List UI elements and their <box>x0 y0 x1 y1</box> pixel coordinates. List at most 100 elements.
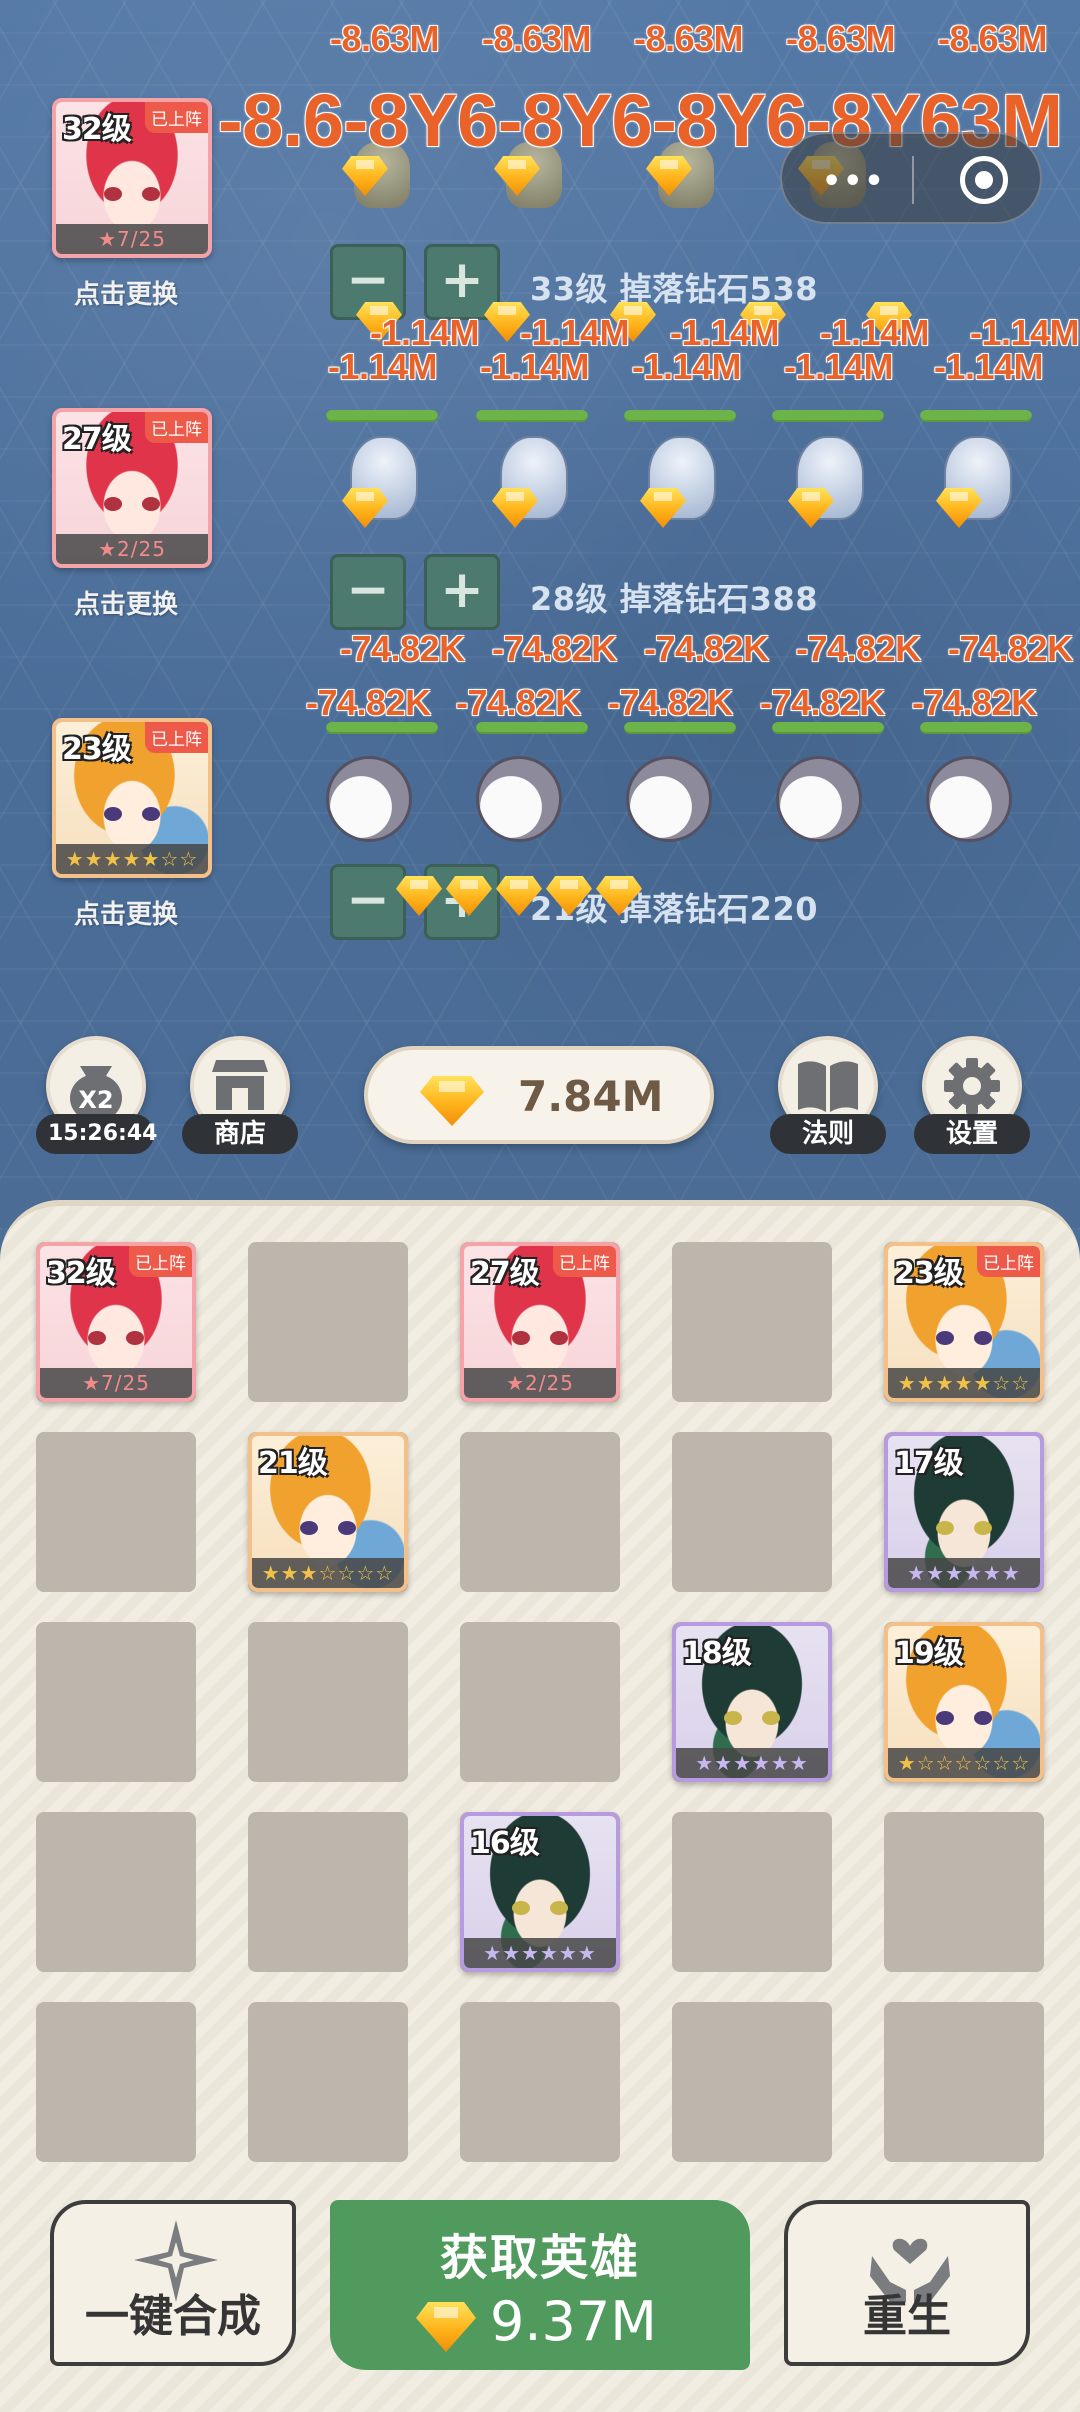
inventory-hero-card[interactable]: 23级 已上阵 ★★★★★☆☆ <box>884 1242 1044 1402</box>
hp-bar <box>476 410 588 422</box>
change-hero-button[interactable]: 点击更换 <box>74 584 178 621</box>
active-hero-slot[interactable]: 32级 已上阵 ★7/25 <box>52 98 212 258</box>
deployed-badge: 已上阵 <box>553 1246 616 1277</box>
inventory-cell[interactable] <box>672 1242 832 1402</box>
get-hero-button[interactable]: 获取英雄 9.37M <box>330 2200 750 2370</box>
hero-stars: ★☆☆☆☆☆☆ <box>888 1748 1040 1778</box>
diamond-icon <box>416 2302 476 2352</box>
active-hero-slot[interactable]: 23级 已上阵 ★★★★★☆☆ <box>52 718 212 878</box>
get-hero-cost: 9.37M <box>490 2290 657 2353</box>
damage-number: -74.82K <box>644 628 769 669</box>
hp-bar <box>624 722 736 734</box>
damage-number: -74.82K <box>912 682 1037 723</box>
inventory-cell[interactable] <box>248 2002 408 2162</box>
hero-stars: ★7/25 <box>40 1368 192 1398</box>
monster <box>470 748 562 842</box>
damage-number: -74.82K <box>306 682 431 723</box>
hero-stars: ★7/25 <box>56 224 208 254</box>
hero-stars: ★2/25 <box>56 534 208 564</box>
hero-stars: ★★★★★☆☆ <box>888 1368 1040 1398</box>
damage-number: -1.14M <box>934 346 1044 387</box>
active-hero-slot[interactable]: 27级 已上阵 ★2/25 <box>52 408 212 568</box>
damage-number: -8.63M <box>786 18 896 59</box>
auto-merge-button[interactable]: 一键合成 <box>50 2200 296 2366</box>
hp-bar <box>326 410 438 422</box>
shop-label[interactable]: 商店 <box>182 1114 298 1154</box>
deployed-badge: 已上阵 <box>977 1246 1040 1277</box>
damage-number: -8.63M <box>482 18 592 59</box>
inventory-cell[interactable] <box>36 1622 196 1782</box>
inventory-cell[interactable] <box>672 1432 832 1592</box>
damage-number: -8.63M <box>330 18 440 59</box>
hp-bar <box>772 722 884 734</box>
hero-stars: ★★★★★★ <box>464 1938 616 1968</box>
damage-number: -74.82K <box>608 682 733 723</box>
hero-level: 27级 <box>470 1256 540 1291</box>
plus-button[interactable]: + <box>424 554 500 630</box>
inventory-cell[interactable] <box>672 2002 832 2162</box>
hero-stars: ★★★★★★ <box>888 1558 1040 1588</box>
inventory-cell[interactable] <box>36 1432 196 1592</box>
inventory-hero-card[interactable]: 16级 ★★★★★★ <box>460 1812 620 1972</box>
damage-number: -74.82K <box>340 628 465 669</box>
deployed-badge: 已上阵 <box>129 1246 192 1277</box>
hero-stars: ★★★★★★ <box>676 1748 828 1778</box>
inventory-cell[interactable] <box>36 2002 196 2162</box>
inventory-cell[interactable] <box>672 1812 832 1972</box>
rebirth-button[interactable]: 重生 <box>784 2200 1030 2366</box>
inventory-hero-card[interactable]: 18级 ★★★★★★ <box>672 1622 832 1782</box>
inventory-cell[interactable] <box>884 1812 1044 1972</box>
inventory-cell[interactable] <box>460 2002 620 2162</box>
change-hero-button[interactable]: 点击更换 <box>74 894 178 931</box>
hp-bar <box>624 410 736 422</box>
hero-level: 23级 <box>894 1256 964 1291</box>
inventory-hero-card[interactable]: 32级 已上阵 ★7/25 <box>36 1242 196 1402</box>
minus-button[interactable]: − <box>330 554 406 630</box>
damage-number: -1.14M <box>632 346 742 387</box>
inventory-hero-card[interactable]: 21级 ★★★☆☆☆☆ <box>248 1432 408 1592</box>
inventory-hero-card[interactable]: 19级 ★☆☆☆☆☆☆ <box>884 1622 1044 1782</box>
inventory-hero-card[interactable]: 27级 已上阵 ★2/25 <box>460 1242 620 1402</box>
damage-number: -1.14M <box>480 346 590 387</box>
deployed-badge: 已上阵 <box>145 412 208 443</box>
inventory-cell[interactable] <box>460 1432 620 1592</box>
hero-level: 21级 <box>258 1446 328 1481</box>
hero-level: 16级 <box>470 1826 540 1861</box>
svg-text:X2: X2 <box>78 1086 113 1114</box>
more-icon[interactable]: ••• <box>822 164 886 199</box>
inventory-cell[interactable] <box>884 2002 1044 2162</box>
hero-level: 27级 <box>62 422 132 457</box>
hp-bar <box>772 410 884 422</box>
damage-number: -74.82K <box>948 628 1073 669</box>
damage-number: -1.14M <box>784 346 894 387</box>
hp-bar <box>920 410 1032 422</box>
lane-drop-info: 28级 掉落钻石388 <box>530 580 818 618</box>
hero-level: 19级 <box>894 1636 964 1671</box>
inventory-cell[interactable] <box>248 1812 408 1972</box>
deployed-badge: 已上阵 <box>145 722 208 753</box>
inventory-cell[interactable] <box>460 1622 620 1782</box>
monster <box>620 748 712 842</box>
damage-number: -74.82K <box>796 628 921 669</box>
hp-bar <box>476 722 588 734</box>
close-target-icon[interactable] <box>960 156 1008 204</box>
damage-number: -8.63M <box>634 18 744 59</box>
hero-level: 32级 <box>46 1256 116 1291</box>
inventory-cell[interactable] <box>248 1242 408 1402</box>
damage-number: -8.63M <box>938 18 1048 59</box>
monster <box>320 748 412 842</box>
settings-label[interactable]: 设置 <box>914 1114 1030 1154</box>
minus-button[interactable]: − <box>330 864 406 940</box>
damage-number: -74.82K <box>760 682 885 723</box>
hero-level: 17级 <box>894 1446 964 1481</box>
inventory-cell[interactable] <box>36 1812 196 1972</box>
change-hero-button[interactable]: 点击更换 <box>74 274 178 311</box>
inventory-hero-card[interactable]: 17级 ★★★★★★ <box>884 1432 1044 1592</box>
hp-bar <box>920 722 1032 734</box>
mini-program-capsule[interactable]: ••• <box>780 132 1042 224</box>
rebirth-label: 重生 <box>863 2291 951 2342</box>
boost-timer: 15:26:44 <box>36 1114 157 1154</box>
inventory-cell[interactable] <box>248 1622 408 1782</box>
hp-bar <box>326 722 438 734</box>
rules-label[interactable]: 法则 <box>770 1114 886 1154</box>
